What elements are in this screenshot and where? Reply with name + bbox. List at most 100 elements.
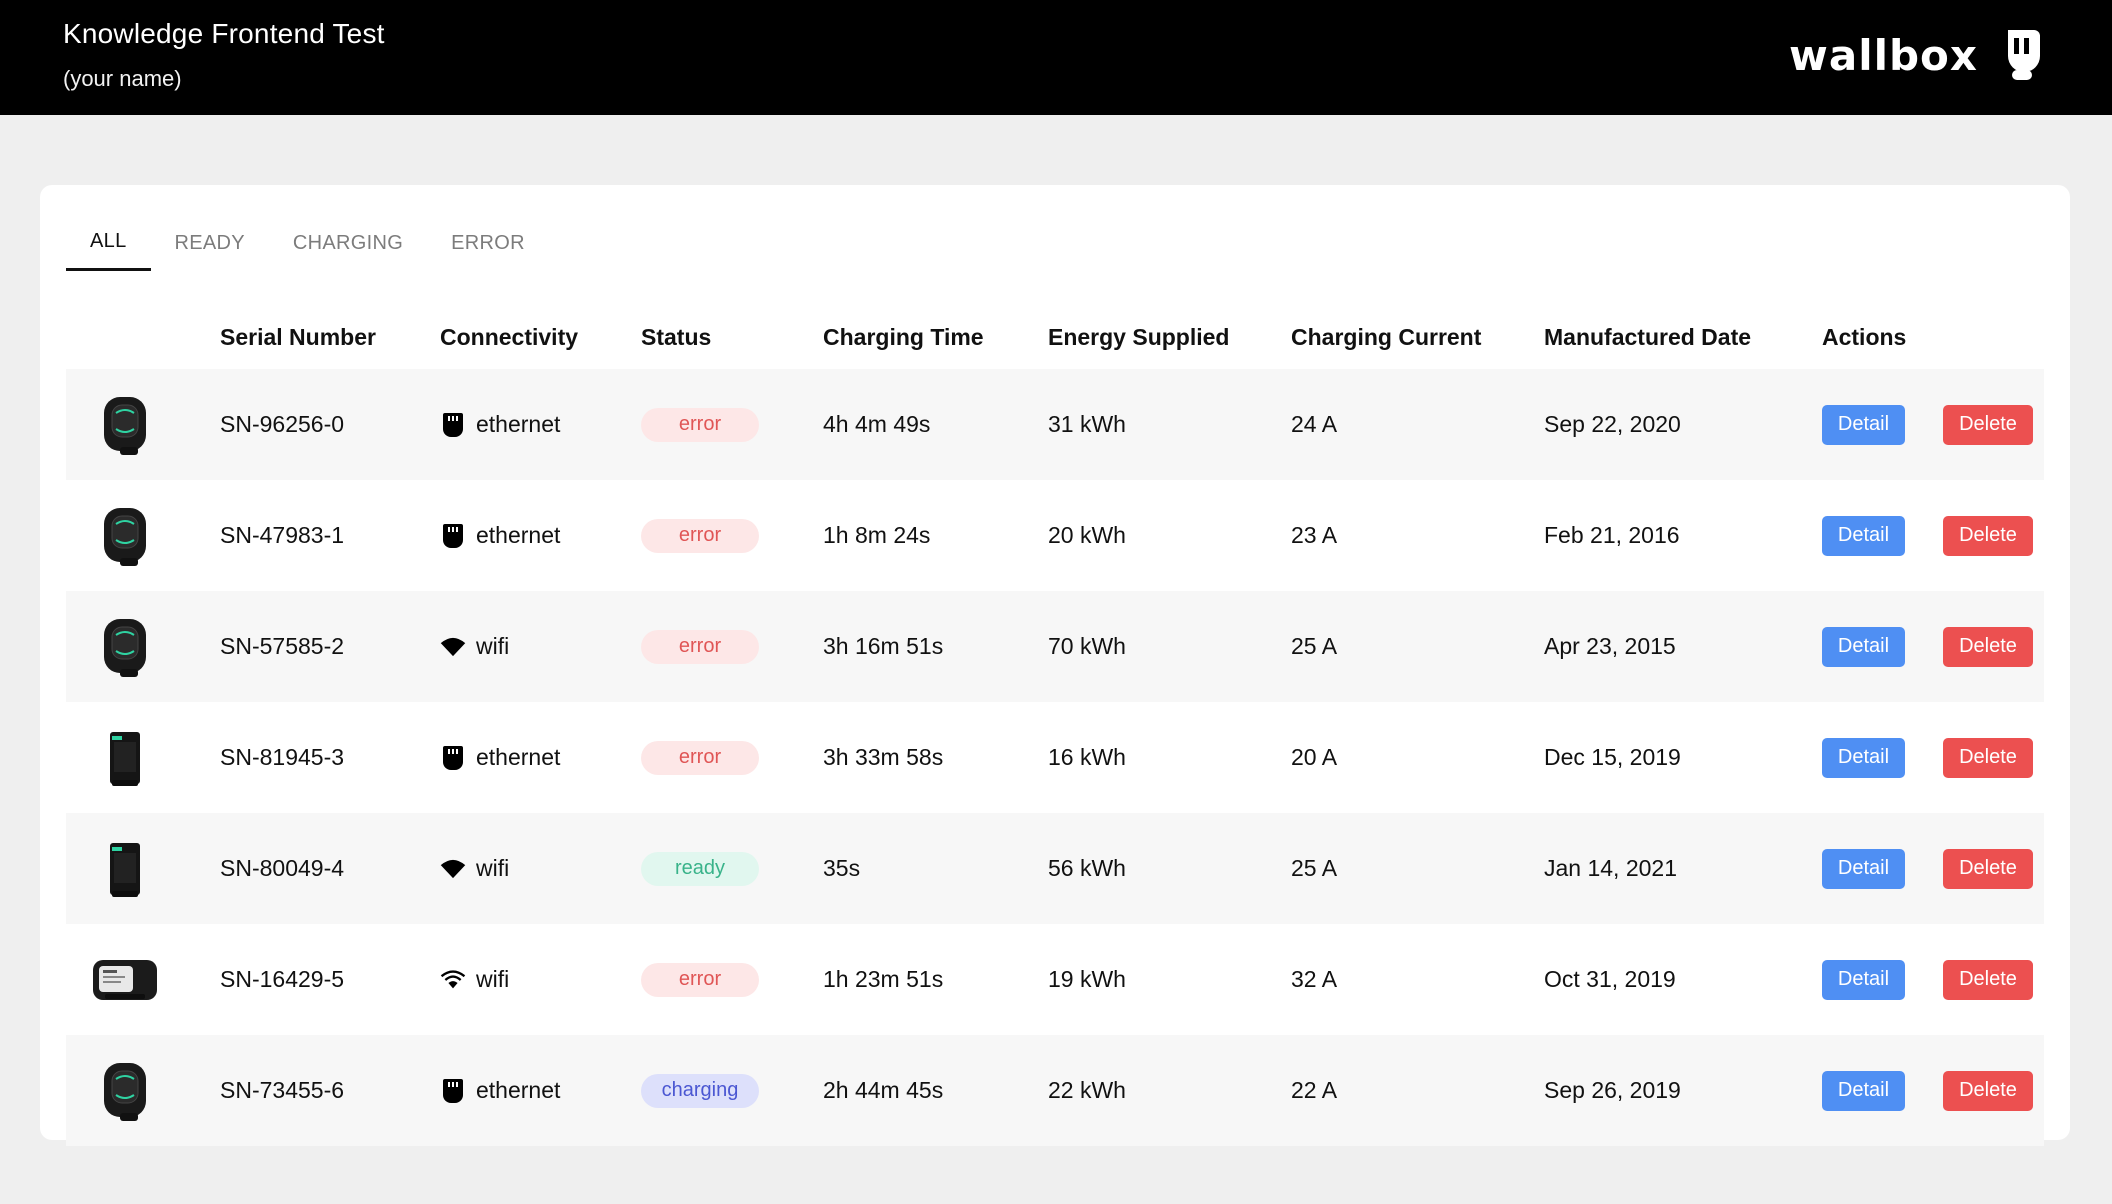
delete-button[interactable]: Delete <box>1943 1070 2033 1111</box>
serial-number: SN-80049-4 <box>220 855 345 881</box>
detail-button[interactable]: Detail <box>1822 737 1905 778</box>
wide-charger-image <box>90 924 160 1035</box>
ethernet-icon <box>440 410 466 440</box>
table-row: SN-16429-5 wifi error 1h 23m 51s 19 kWh … <box>66 924 2044 1035</box>
charging-current: 25 A <box>1291 855 1338 881</box>
charging-time: 1h 8m 24s <box>823 522 931 548</box>
tab-error[interactable]: ERROR <box>427 215 549 271</box>
status-badge: charging <box>641 1073 759 1108</box>
detail-button[interactable]: Detail <box>1822 515 1905 556</box>
charging-current: 22 A <box>1291 1077 1338 1103</box>
status-cell: error <box>641 702 759 813</box>
delete-button[interactable]: Delete <box>1943 959 2033 1000</box>
delete-button[interactable]: Delete <box>1943 626 2033 667</box>
chargers-card: ALL READY CHARGING ERROR Serial Number C… <box>40 185 2070 1146</box>
column-serial-number: Serial Number <box>220 323 376 350</box>
delete-button[interactable]: Delete <box>1943 848 2033 889</box>
serial-number: SN-96256-0 <box>220 411 345 437</box>
tab-ready[interactable]: READY <box>151 215 269 271</box>
detail-button[interactable]: Detail <box>1822 848 1905 889</box>
box-charger-image <box>90 813 160 924</box>
detail-button[interactable]: Detail <box>1822 404 1905 445</box>
column-charging-time: Charging Time <box>823 323 984 350</box>
row-actions: Detail Delete <box>1822 369 2033 480</box>
round-charger-image <box>90 1035 160 1146</box>
connectivity-label: ethernet <box>476 411 561 437</box>
table-row: SN-80049-4 wifi ready 35s 56 kWh 25 A Ja… <box>66 813 2044 924</box>
connectivity-label: ethernet <box>476 744 561 770</box>
detail-button[interactable]: Detail <box>1822 959 1905 1000</box>
connectivity: ethernet <box>440 1035 560 1146</box>
column-actions: Actions <box>1822 323 1907 350</box>
serial-number: SN-57585-2 <box>220 633 345 659</box>
status-cell: error <box>641 480 759 591</box>
delete-button[interactable]: Delete <box>1943 737 2033 778</box>
connectivity: wifi <box>440 924 509 1035</box>
column-charging-current: Charging Current <box>1291 323 1482 350</box>
top-header: Knowledge Frontend Test (your name) wall… <box>0 0 2112 115</box>
wifi-icon <box>440 854 466 884</box>
table-header: Serial Number Connectivity Status Chargi… <box>66 305 2044 369</box>
charging-current: 20 A <box>1291 744 1338 770</box>
charging-time: 3h 16m 51s <box>823 633 944 659</box>
charging-current: 25 A <box>1291 633 1338 659</box>
energy-supplied: 56 kWh <box>1048 855 1126 881</box>
manufactured-date: Apr 23, 2015 <box>1544 633 1676 659</box>
row-actions: Detail Delete <box>1822 480 2033 591</box>
app-subtitle: (your name) <box>63 66 182 91</box>
column-status: Status <box>641 323 712 350</box>
energy-supplied: 70 kWh <box>1048 633 1126 659</box>
manufactured-date: Sep 26, 2019 <box>1544 1077 1681 1103</box>
energy-supplied: 16 kWh <box>1048 744 1126 770</box>
connectivity: ethernet <box>440 480 560 591</box>
column-connectivity: Connectivity <box>440 323 579 350</box>
manufactured-date: Oct 31, 2019 <box>1544 966 1676 992</box>
connectivity-label: wifi <box>476 966 510 992</box>
brand-logo: wallbox <box>1789 26 2048 84</box>
status-badge: error <box>641 740 759 775</box>
manufactured-date: Feb 21, 2016 <box>1544 522 1680 548</box>
connectivity-label: wifi <box>476 633 510 659</box>
row-actions: Detail Delete <box>1822 924 2033 1035</box>
connectivity-label: ethernet <box>476 522 561 548</box>
row-actions: Detail Delete <box>1822 1035 2033 1146</box>
round-charger-image <box>90 480 160 591</box>
row-actions: Detail Delete <box>1822 591 2033 702</box>
chargers-table: Serial Number Connectivity Status Chargi… <box>66 305 2044 1146</box>
status-cell: error <box>641 591 759 702</box>
delete-button[interactable]: Delete <box>1943 515 2033 556</box>
connectivity: ethernet <box>440 369 560 480</box>
ethernet-icon <box>440 1076 466 1106</box>
wifi-icon <box>440 632 466 662</box>
tab-all[interactable]: ALL <box>66 215 151 271</box>
status-cell: error <box>641 924 759 1035</box>
charging-time: 4h 4m 49s <box>823 411 931 437</box>
table-body: SN-96256-0 ethernet error 4h 4m 49s 31 k… <box>66 369 2044 1146</box>
energy-supplied: 22 kWh <box>1048 1077 1126 1103</box>
energy-supplied: 19 kWh <box>1048 966 1126 992</box>
round-charger-image <box>90 591 160 702</box>
serial-number: SN-47983-1 <box>220 522 345 548</box>
status-badge: error <box>641 518 759 553</box>
charging-current: 23 A <box>1291 522 1338 548</box>
manufactured-date: Dec 15, 2019 <box>1544 744 1681 770</box>
ethernet-icon <box>440 521 466 551</box>
serial-number: SN-73455-6 <box>220 1077 345 1103</box>
serial-number: SN-81945-3 <box>220 744 345 770</box>
wifi-icon <box>440 965 466 995</box>
round-charger-image <box>90 369 160 480</box>
table-row: SN-81945-3 ethernet error 3h 33m 58s 16 … <box>66 702 2044 813</box>
row-actions: Detail Delete <box>1822 702 2033 813</box>
status-badge: error <box>641 629 759 664</box>
manufactured-date: Sep 22, 2020 <box>1544 411 1681 437</box>
tab-charging[interactable]: CHARGING <box>269 215 427 271</box>
energy-supplied: 31 kWh <box>1048 411 1126 437</box>
charging-time: 35s <box>823 855 861 881</box>
delete-button[interactable]: Delete <box>1943 404 2033 445</box>
brand-wordmark: wallbox <box>1789 30 1978 80</box>
status-cell: error <box>641 369 759 480</box>
detail-button[interactable]: Detail <box>1822 1070 1905 1111</box>
energy-supplied: 20 kWh <box>1048 522 1126 548</box>
connectivity-label: ethernet <box>476 1077 561 1103</box>
detail-button[interactable]: Detail <box>1822 626 1905 667</box>
